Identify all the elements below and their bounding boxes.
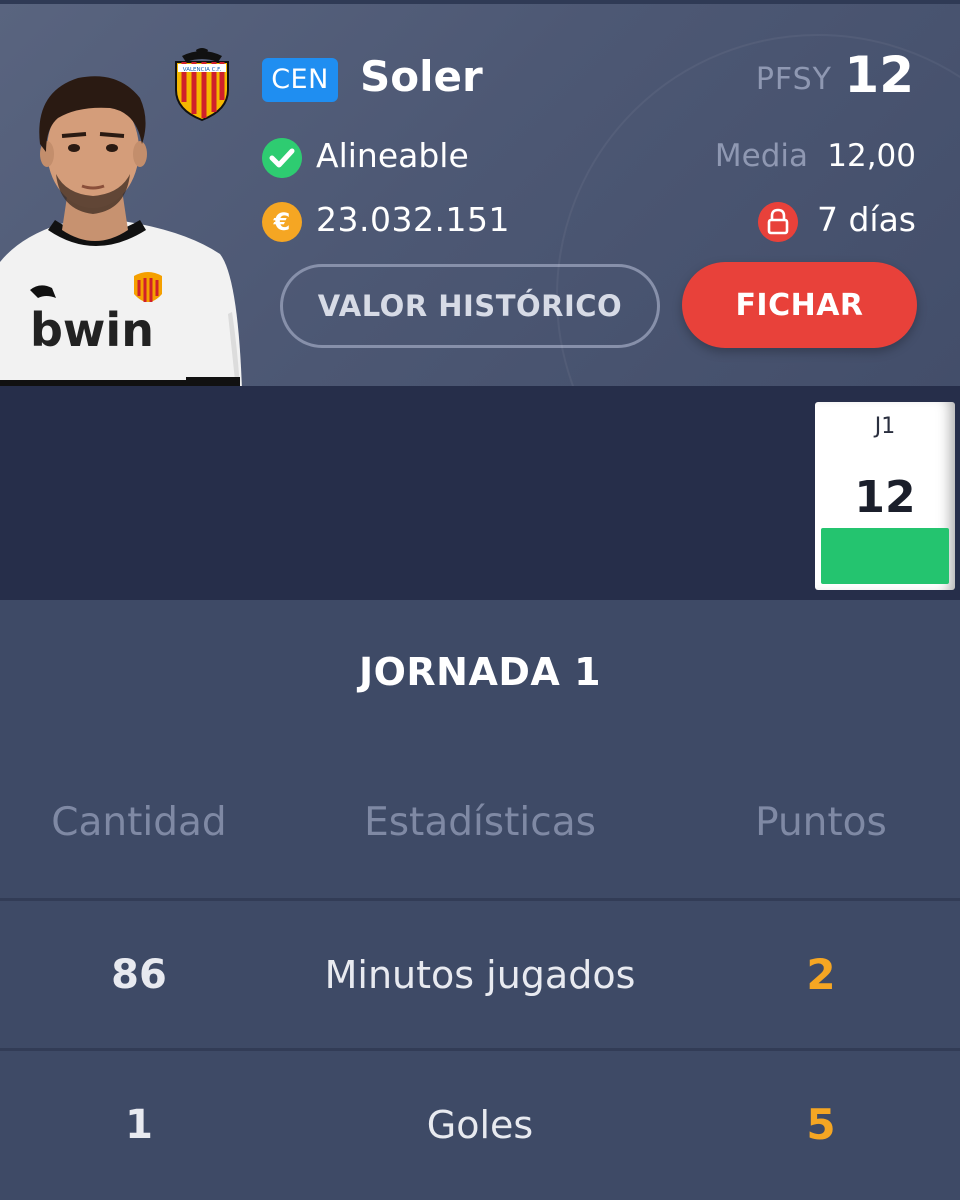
club-badge-icon: VALENCIA C.F. — [175, 48, 229, 122]
header-statistics: Estadísticas — [364, 800, 596, 845]
lock-days: 7 días — [816, 200, 916, 239]
euro-icon: € — [262, 202, 302, 242]
stat-row: 86 Minutos jugados 2 — [0, 898, 960, 1046]
header-quantity: Cantidad — [51, 800, 227, 845]
matchday-label: J1 — [874, 414, 896, 439]
player-name: Soler — [360, 52, 483, 101]
stat-points: 5 — [806, 1100, 836, 1149]
stat-quantity: 86 — [111, 952, 167, 998]
stats-title: JORNADA 1 — [358, 650, 602, 694]
matchday-points: 12 — [854, 472, 916, 523]
matchday-points-bar — [821, 528, 949, 584]
availability-status: Alineable — [316, 136, 469, 175]
pfsy-label: PFSY — [755, 62, 832, 97]
lock-icon — [758, 202, 798, 242]
stat-row: 1 Goles 5 — [0, 1048, 960, 1196]
pfsy-points: 12 — [844, 46, 914, 104]
stat-name: Minutos jugados — [324, 953, 636, 997]
position-badge: CEN — [262, 58, 338, 102]
market-value: 23.032.151 — [316, 200, 510, 239]
media-value: 12,00 — [827, 138, 916, 174]
shirt-sponsor: bwin — [30, 303, 154, 357]
header-points: Puntos — [755, 800, 887, 845]
media-label: Media — [714, 138, 808, 174]
matchday-card[interactable]: J1 12 — [815, 402, 955, 590]
player-card: bwin VALENCIA C.F. CEN Soler PFSY 12 Ali… — [0, 0, 960, 386]
matchday-strip: J1 12 — [0, 386, 960, 600]
check-icon — [262, 138, 302, 178]
svg-text:VALENCIA C.F.: VALENCIA C.F. — [183, 67, 222, 73]
stat-points: 2 — [806, 950, 836, 999]
historic-value-button[interactable]: VALOR HISTÓRICO — [280, 264, 660, 348]
stat-quantity: 1 — [125, 1102, 153, 1148]
stat-name: Goles — [426, 1103, 534, 1147]
sign-player-button[interactable]: FICHAR — [682, 262, 917, 348]
